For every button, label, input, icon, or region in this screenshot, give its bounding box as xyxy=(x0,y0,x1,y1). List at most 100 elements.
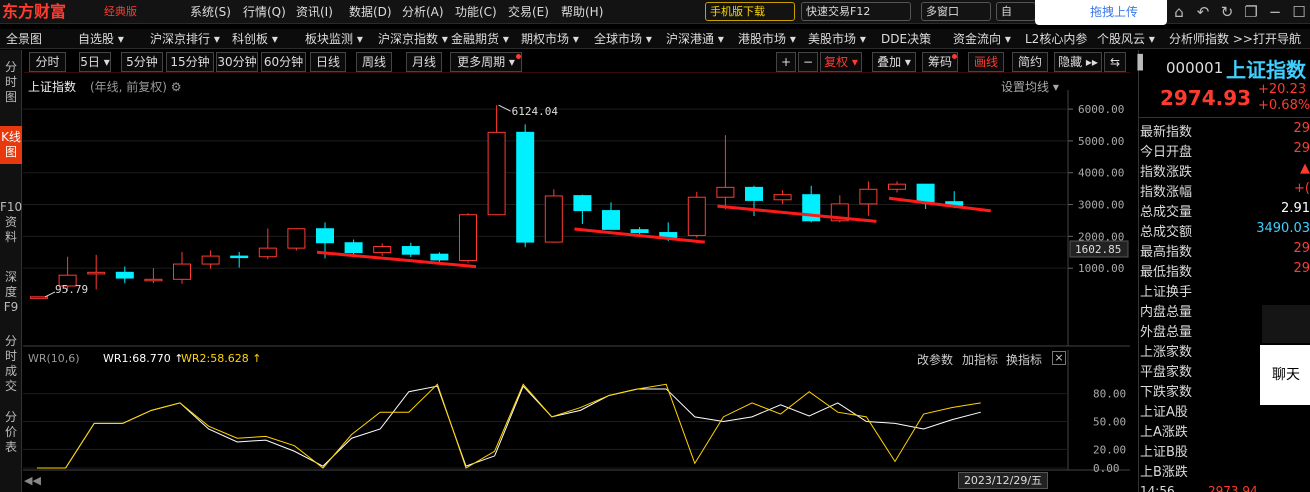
collapse-panel-icon[interactable]: ▐ xyxy=(1132,55,1143,71)
menu-data[interactable]: 数据(D) xyxy=(349,0,402,24)
y-tick-label: 3000.00 xyxy=(1078,199,1124,212)
candle-body xyxy=(916,183,935,203)
nav-star-market[interactable]: 科创板 ▾ xyxy=(232,29,278,49)
stat-row: 指数涨幅 +( xyxy=(1140,180,1310,200)
candle-body xyxy=(287,228,306,249)
drag-upload-button[interactable]: 拖拽上传 xyxy=(1035,0,1167,25)
nav-sector[interactable]: 板块监测 ▾ xyxy=(305,29,363,49)
stat-label: 总成交额 xyxy=(1140,225,1193,240)
menu-functions[interactable]: 功能(C) xyxy=(455,0,508,24)
y-tick-label: 4000.00 xyxy=(1078,167,1124,180)
index-name: 上证指数 xyxy=(1226,58,1306,82)
switch-indicator-button[interactable]: 换指标 xyxy=(1006,351,1042,368)
nav-analyst[interactable]: 分析师指数 >> xyxy=(1169,29,1253,49)
nav-options[interactable]: 期权市场 ▾ xyxy=(521,29,579,49)
app-logo: 东方财富 xyxy=(2,2,67,21)
add-indicator-button[interactable]: 加指标 xyxy=(962,351,998,368)
stat-value: ▲ xyxy=(1300,161,1310,176)
wr-axis: 0.00 20.00 50.00 80.00 xyxy=(1093,388,1126,475)
index-price: 2974.93 xyxy=(1160,86,1252,110)
nav-open-nav[interactable]: 打开导航 xyxy=(1253,29,1301,49)
nav-l2[interactable]: L2核心内参 xyxy=(1025,29,1087,49)
chat-popup[interactable]: 聊天 xyxy=(1260,345,1310,405)
candle-body xyxy=(201,255,220,265)
menu-help[interactable]: 帮助(H) xyxy=(561,0,614,24)
change-params-button[interactable]: 改参数 xyxy=(917,351,953,368)
nav-us[interactable]: 美股市场 ▾ xyxy=(808,29,866,49)
multi-window-button[interactable]: 多窗口 xyxy=(921,2,991,21)
menu-trade[interactable]: 交易(E) xyxy=(508,0,561,24)
candle-body xyxy=(258,247,277,258)
candle-body xyxy=(30,296,48,299)
tab-time-trades[interactable]: 分时成交 xyxy=(0,334,22,394)
stat-row: 最高指数 29 xyxy=(1140,240,1310,260)
kline-chart[interactable]: 1000.002000.003000.004000.005000.006000.… xyxy=(23,50,1153,492)
mobile-download-button[interactable]: 手机版下载 xyxy=(705,2,795,21)
stat-label: 上证B股 xyxy=(1140,445,1188,460)
stat-row: 总成交量 2.91 xyxy=(1140,200,1310,220)
nav-fund-flow[interactable]: 资金流向 ▾ xyxy=(953,29,1011,49)
self-select-button[interactable]: 自 xyxy=(996,2,1036,21)
menu-analysis[interactable]: 分析(A) xyxy=(402,0,455,24)
index-change: +20.23 xyxy=(1258,82,1307,97)
scroll-left-icon[interactable]: ◀◀ xyxy=(24,474,41,487)
main-menu: 系统(S) 行情(Q) 资讯(I) 数据(D) 分析(A) 功能(C) 交易(E… xyxy=(190,0,614,24)
wr1-line xyxy=(37,385,981,469)
menu-news[interactable]: 资讯(I) xyxy=(296,0,349,24)
nav-dde[interactable]: DDE决策 xyxy=(881,29,931,49)
current-price-label: 1602.85 xyxy=(1075,243,1121,256)
stat-label: 最新指数 xyxy=(1140,125,1193,140)
nav-global[interactable]: 全球市场 ▾ xyxy=(594,29,652,49)
stat-label: 上涨家数 xyxy=(1140,345,1193,360)
tab-timeshare[interactable]: 分时图 xyxy=(0,60,22,105)
menu-system[interactable]: 系统(S) xyxy=(190,0,243,24)
minimize-icon[interactable]: − xyxy=(1264,2,1286,22)
index-change-block: +20.23 +0.68% xyxy=(1258,82,1310,114)
home-icon[interactable]: ⌂ xyxy=(1168,2,1190,22)
nav-index[interactable]: 沪深京指数 ▾ xyxy=(378,29,448,49)
candle-body xyxy=(401,246,420,255)
nav-overview[interactable]: 全景图 xyxy=(6,29,42,49)
stat-label: 最高指数 xyxy=(1140,245,1193,260)
candle-body xyxy=(487,131,506,216)
close-indicator-icon[interactable]: × xyxy=(1052,351,1066,365)
high-label: 6124.04 xyxy=(512,105,559,118)
stat-label: 今日开盘 xyxy=(1140,145,1193,160)
nav-connect[interactable]: 沪深港通 ▾ xyxy=(666,29,724,49)
stat-value: +( xyxy=(1294,181,1310,196)
candle-body xyxy=(516,131,535,243)
back-icon[interactable]: ↶ xyxy=(1192,2,1214,22)
tab-kline[interactable]: K线图 xyxy=(0,126,22,164)
nav-stock-risk[interactable]: 个股风云 ▾ xyxy=(1097,29,1155,49)
stat-label: 最低指数 xyxy=(1140,265,1193,280)
candle-body xyxy=(544,195,563,243)
stat-row: 上证B股 xyxy=(1140,440,1310,460)
window-restore-icon[interactable]: ❐ xyxy=(1240,2,1262,22)
y-tick-label: 1000.00 xyxy=(1078,262,1124,275)
wr-tick-label: 50.00 xyxy=(1093,416,1126,429)
stat-row: 上A涨跌 xyxy=(1140,420,1310,440)
stat-label: 下跌家数 xyxy=(1140,385,1193,400)
stat-label: 上A涨跌 xyxy=(1140,425,1188,440)
nav-futures[interactable]: 金融期货 ▾ xyxy=(451,29,509,49)
candle-body xyxy=(344,242,363,254)
candle-body xyxy=(173,263,191,280)
nav-watchlist[interactable]: 自选股 ▾ xyxy=(78,29,124,49)
menu-quotes[interactable]: 行情(Q) xyxy=(243,0,296,24)
stat-row: 最新指数 29 xyxy=(1140,120,1310,140)
maximize-icon[interactable]: ☐ xyxy=(1288,2,1310,22)
candle-body xyxy=(630,229,649,234)
tab-price-table[interactable]: 分价表 xyxy=(0,410,22,455)
nav-ranking[interactable]: 沪深京排行 ▾ xyxy=(150,29,220,49)
refresh-icon[interactable]: ↻ xyxy=(1216,2,1238,22)
y-tick-label: 6000.00 xyxy=(1078,103,1124,116)
stat-label: 上B涨跌 xyxy=(1140,465,1188,480)
candle-body xyxy=(745,186,763,201)
tab-depth[interactable]: 深度F9 xyxy=(0,270,22,315)
stat-row: 指数涨跌 ▲ xyxy=(1140,160,1310,180)
candle-body xyxy=(573,195,592,212)
nav-hk[interactable]: 港股市场 ▾ xyxy=(738,29,796,49)
quick-trade-button[interactable]: 快速交易F12 xyxy=(801,2,911,21)
stat-value: 29 xyxy=(1293,121,1310,136)
tab-f10[interactable]: F10资料 xyxy=(0,200,22,245)
